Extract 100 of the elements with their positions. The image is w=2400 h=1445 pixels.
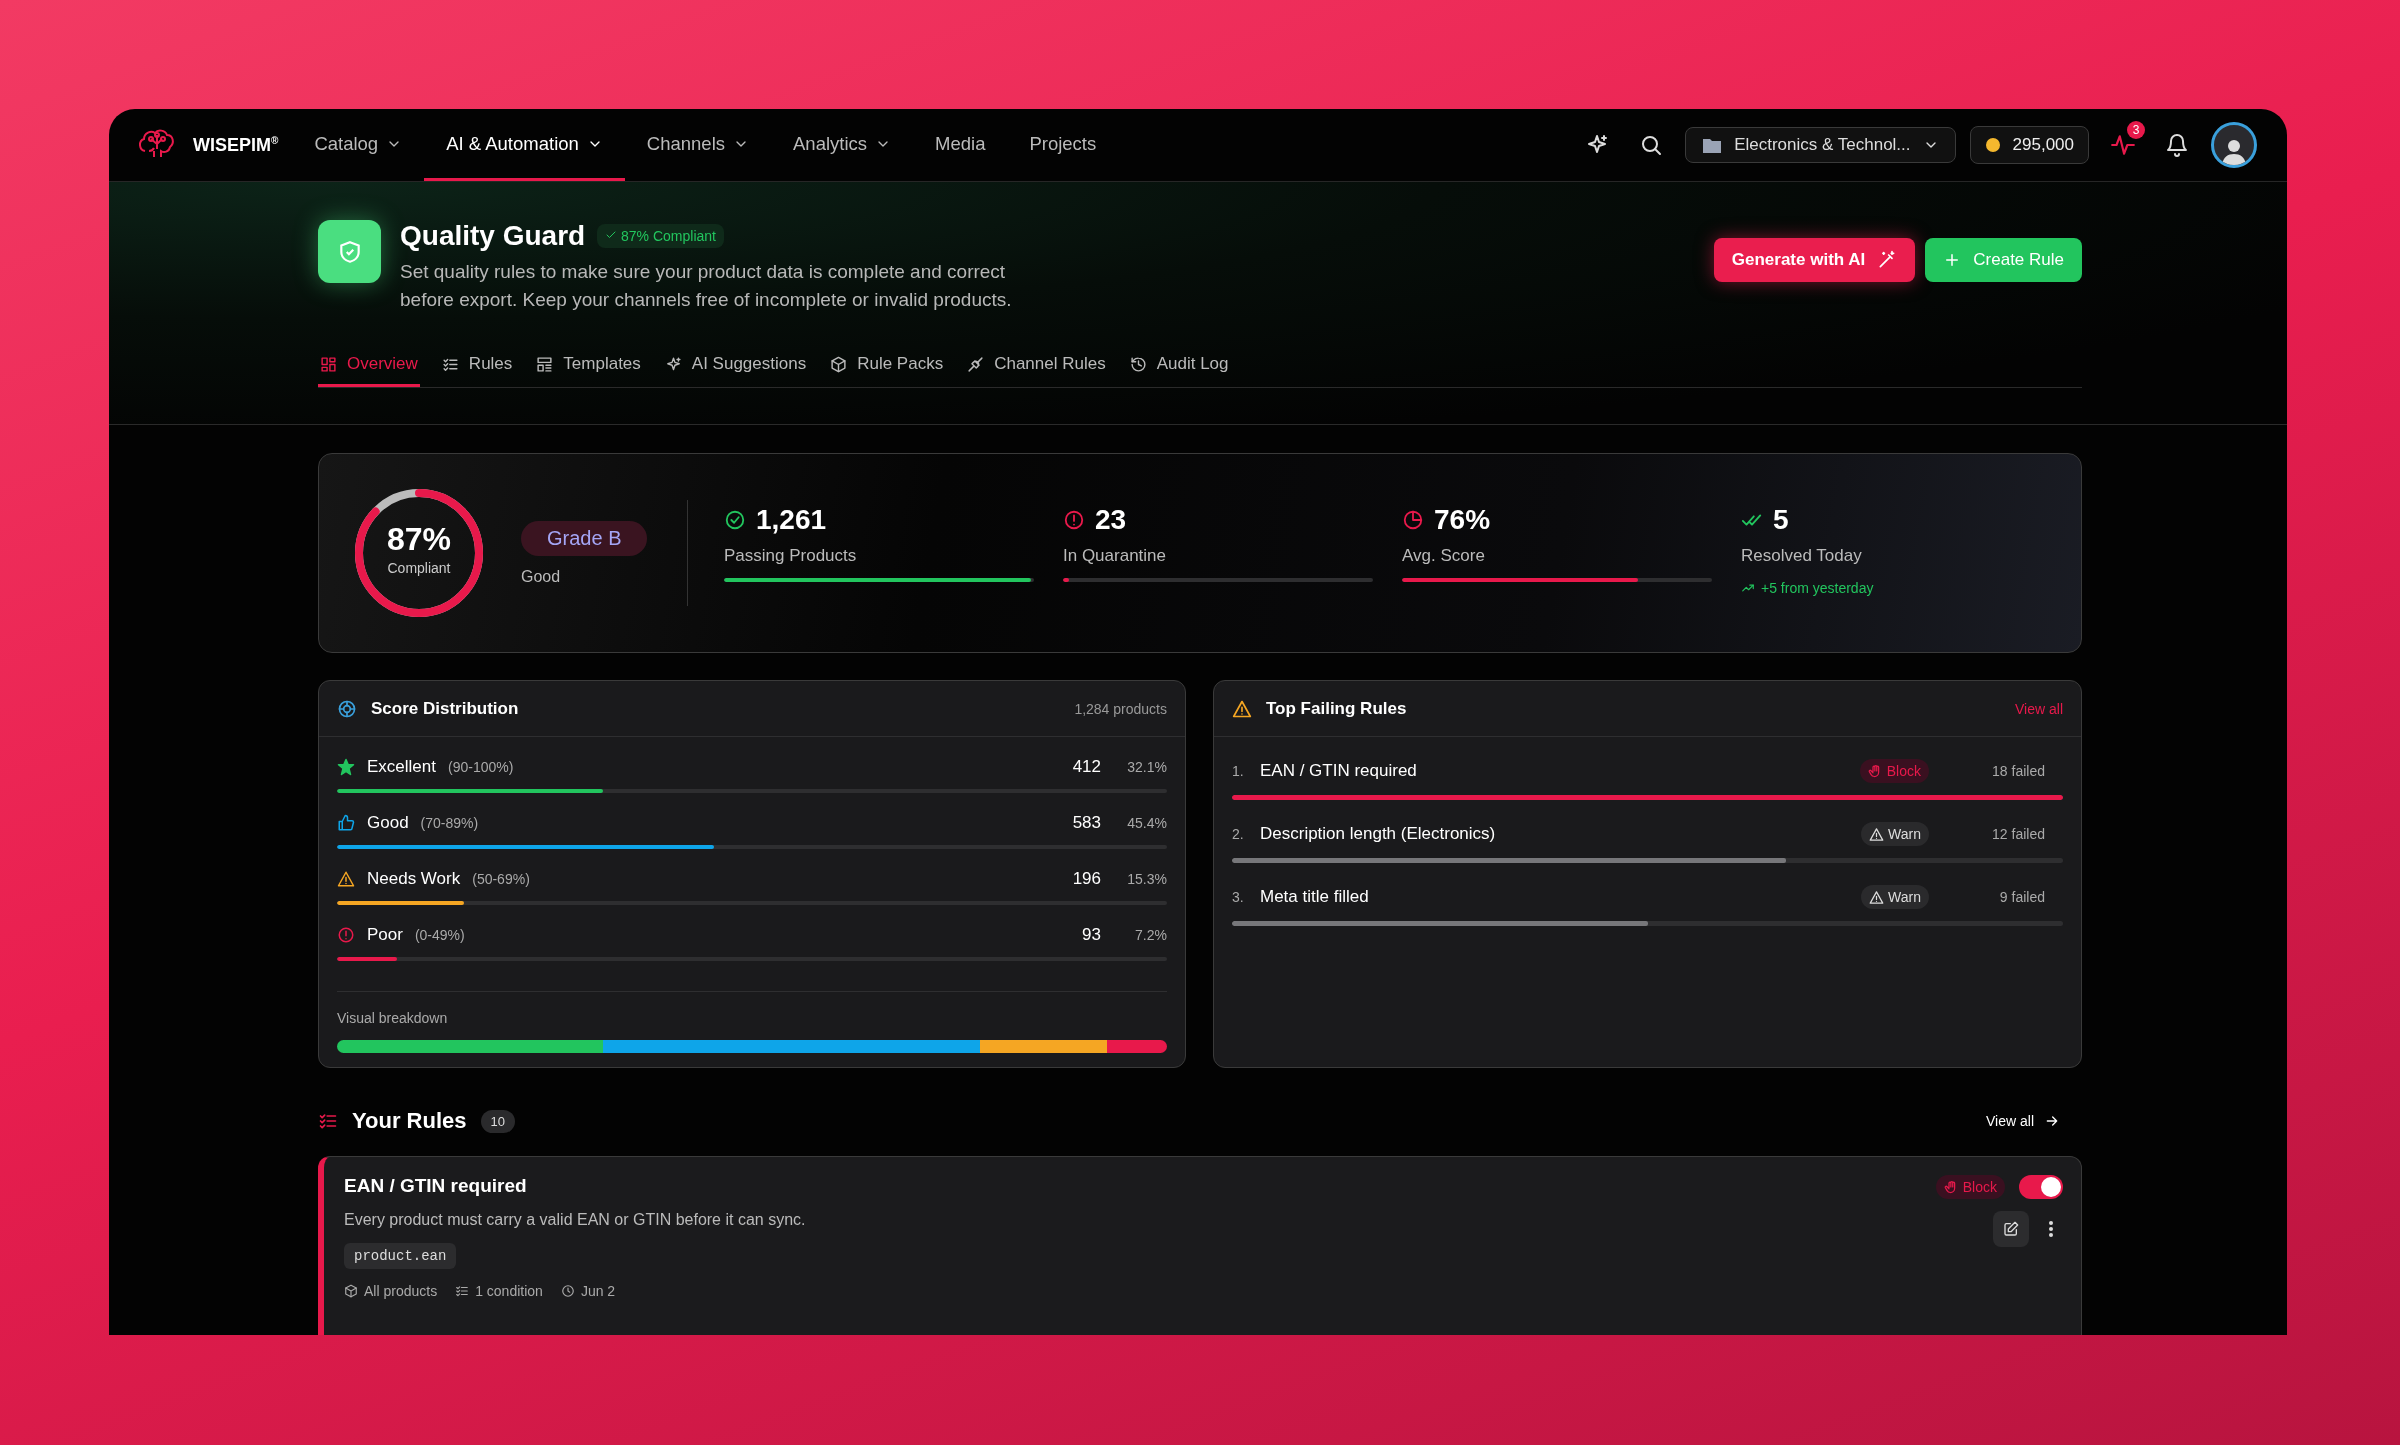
stat-label: In Quarantine <box>1063 546 1167 566</box>
gauge-label: Compliant <box>387 560 451 576</box>
rule-description: Every product must carry a valid EAN or GTIN before it can sync. <box>344 1211 807 1229</box>
nav-item[interactable]: Projects <box>1007 109 1119 181</box>
rank-number: 2. <box>1232 826 1244 842</box>
rule-name: Meta title filled <box>1260 887 1370 907</box>
notification-badge: 3 <box>2127 121 2145 139</box>
toggle-switch[interactable] <box>2019 1175 2063 1199</box>
plug-icon <box>967 355 985 373</box>
field-tag: product.ean <box>344 1243 457 1269</box>
gauge-value: 87% <box>386 521 451 558</box>
trend-note: +5 from yesterday <box>1761 580 1874 596</box>
rank-number: 1. <box>1232 763 1244 779</box>
score-label: Excellent <box>367 757 436 777</box>
stat-value: 76% <box>1434 504 1491 536</box>
tab[interactable]: Rules <box>439 354 515 387</box>
search-icon <box>1639 133 1664 157</box>
stat-label: Passing Products <box>724 546 858 566</box>
failed-count: 9 failed <box>1998 889 2045 905</box>
score-count: 412 <box>1071 757 1101 777</box>
grid-icon <box>320 355 337 373</box>
nav-item[interactable]: Media <box>913 109 1008 181</box>
user-avatar[interactable] <box>2211 122 2257 168</box>
severity-badge: Warn <box>1861 885 1929 909</box>
nav-item[interactable]: Analytics <box>771 109 914 181</box>
failed-count: 18 failed <box>1991 763 2045 779</box>
score-percent: 7.2% <box>1134 927 1167 943</box>
pulse-icon <box>2110 132 2136 158</box>
rank-number: 3. <box>1232 889 1244 905</box>
score-range: (50-69%) <box>472 871 531 887</box>
score-percent: 32.1% <box>1126 759 1167 775</box>
workspace-selector[interactable]: Electronics & Technol... <box>1685 127 1956 163</box>
score-label: Poor <box>367 925 403 945</box>
score-range: (90-100%) <box>448 759 515 775</box>
severity-badge: Warn <box>1861 822 1929 846</box>
score-count: 93 <box>1081 925 1101 945</box>
sparkle-icon <box>664 355 682 373</box>
panel-title: Score Distribution <box>371 698 520 719</box>
checklist-icon <box>318 1111 338 1131</box>
rule-count: 10 <box>480 1109 515 1133</box>
tab[interactable]: Templates <box>534 354 643 387</box>
stat-label: Resolved Today <box>1741 546 1863 566</box>
arrow-right-icon <box>2044 1113 2060 1129</box>
breakdown-label: Visual breakdown <box>337 1010 449 1026</box>
credits-balance: 295,000 <box>1969 126 2089 164</box>
trend-up-icon <box>1741 581 1755 595</box>
bell-icon <box>2165 133 2189 157</box>
tab[interactable]: Channel Rules <box>965 354 1108 387</box>
grade-label: Good <box>521 567 561 586</box>
section-title: Your Rules <box>352 1108 467 1134</box>
template-icon <box>536 355 554 373</box>
condition-count: 1 condition <box>475 1283 543 1299</box>
tab[interactable]: Audit Log <box>1127 354 1231 387</box>
generate-button[interactable]: Generate with AI <box>1713 238 1916 282</box>
grade-badge: Grade B <box>521 520 648 556</box>
warning-icon <box>1232 698 1252 719</box>
brand-name: WISEPIM$^{®}$ <box>193 134 279 156</box>
score-count: 196 <box>1071 869 1101 889</box>
score-percent: 15.3% <box>1126 871 1167 887</box>
score-range: (0-49%) <box>414 927 466 943</box>
stat-value: 1,261 <box>756 504 827 536</box>
score-count: 583 <box>1071 813 1101 833</box>
box-icon <box>830 355 848 373</box>
nav-item[interactable]: Channels <box>624 109 771 181</box>
severity-badge: Block <box>1935 1175 2005 1199</box>
view-all-link[interactable]: View all <box>2015 700 2063 717</box>
target-icon <box>337 698 357 719</box>
nav-item[interactable]: Catalog <box>292 109 425 181</box>
page-description: Set quality rules to make sure your product data is complete and correct before export. Keep your channels free of incomplete or invalid products. <box>400 260 1013 312</box>
tab[interactable]: Rule Packs <box>828 354 946 387</box>
warning-icon <box>1869 889 1885 905</box>
history-icon <box>1129 355 1147 373</box>
page-title: Quality Guard <box>400 220 586 252</box>
failed-count: 12 failed <box>1991 826 2045 842</box>
view-all-link[interactable]: View all <box>1980 1112 2066 1130</box>
compliance-badge: 87% Compliant <box>597 224 724 248</box>
shield-icon <box>318 220 381 283</box>
box-icon <box>344 1284 358 1298</box>
rule-scope: All products <box>364 1283 438 1299</box>
severity-badge: Block <box>1859 759 1929 783</box>
more-icon <box>2049 1221 2053 1237</box>
tab[interactable]: AI Suggestions <box>662 354 809 387</box>
edit-button[interactable] <box>1993 1211 2029 1247</box>
folder-icon <box>1702 136 1723 154</box>
checklist-icon <box>455 1284 470 1298</box>
product-count: 1,284 products <box>1074 700 1167 717</box>
rule-name: Description length (Electronics) <box>1260 824 1497 844</box>
warning-icon <box>1869 826 1885 842</box>
rule-name: EAN / GTIN required <box>344 1175 528 1197</box>
stat-value: 23 <box>1095 504 1127 536</box>
clock-icon <box>560 1284 575 1298</box>
rule-name: EAN / GTIN required <box>1260 761 1418 781</box>
score-label: Needs Work <box>367 869 461 889</box>
stat-label: Avg. Score <box>1402 546 1486 566</box>
tab[interactable]: Overview <box>318 354 420 387</box>
panel-title: Top Failing Rules <box>1266 698 1408 719</box>
stat-value: 5 <box>1773 504 1789 536</box>
coin-icon <box>1984 137 2001 153</box>
score-label: Good <box>367 813 409 833</box>
edit-icon <box>2003 1221 2019 1237</box>
